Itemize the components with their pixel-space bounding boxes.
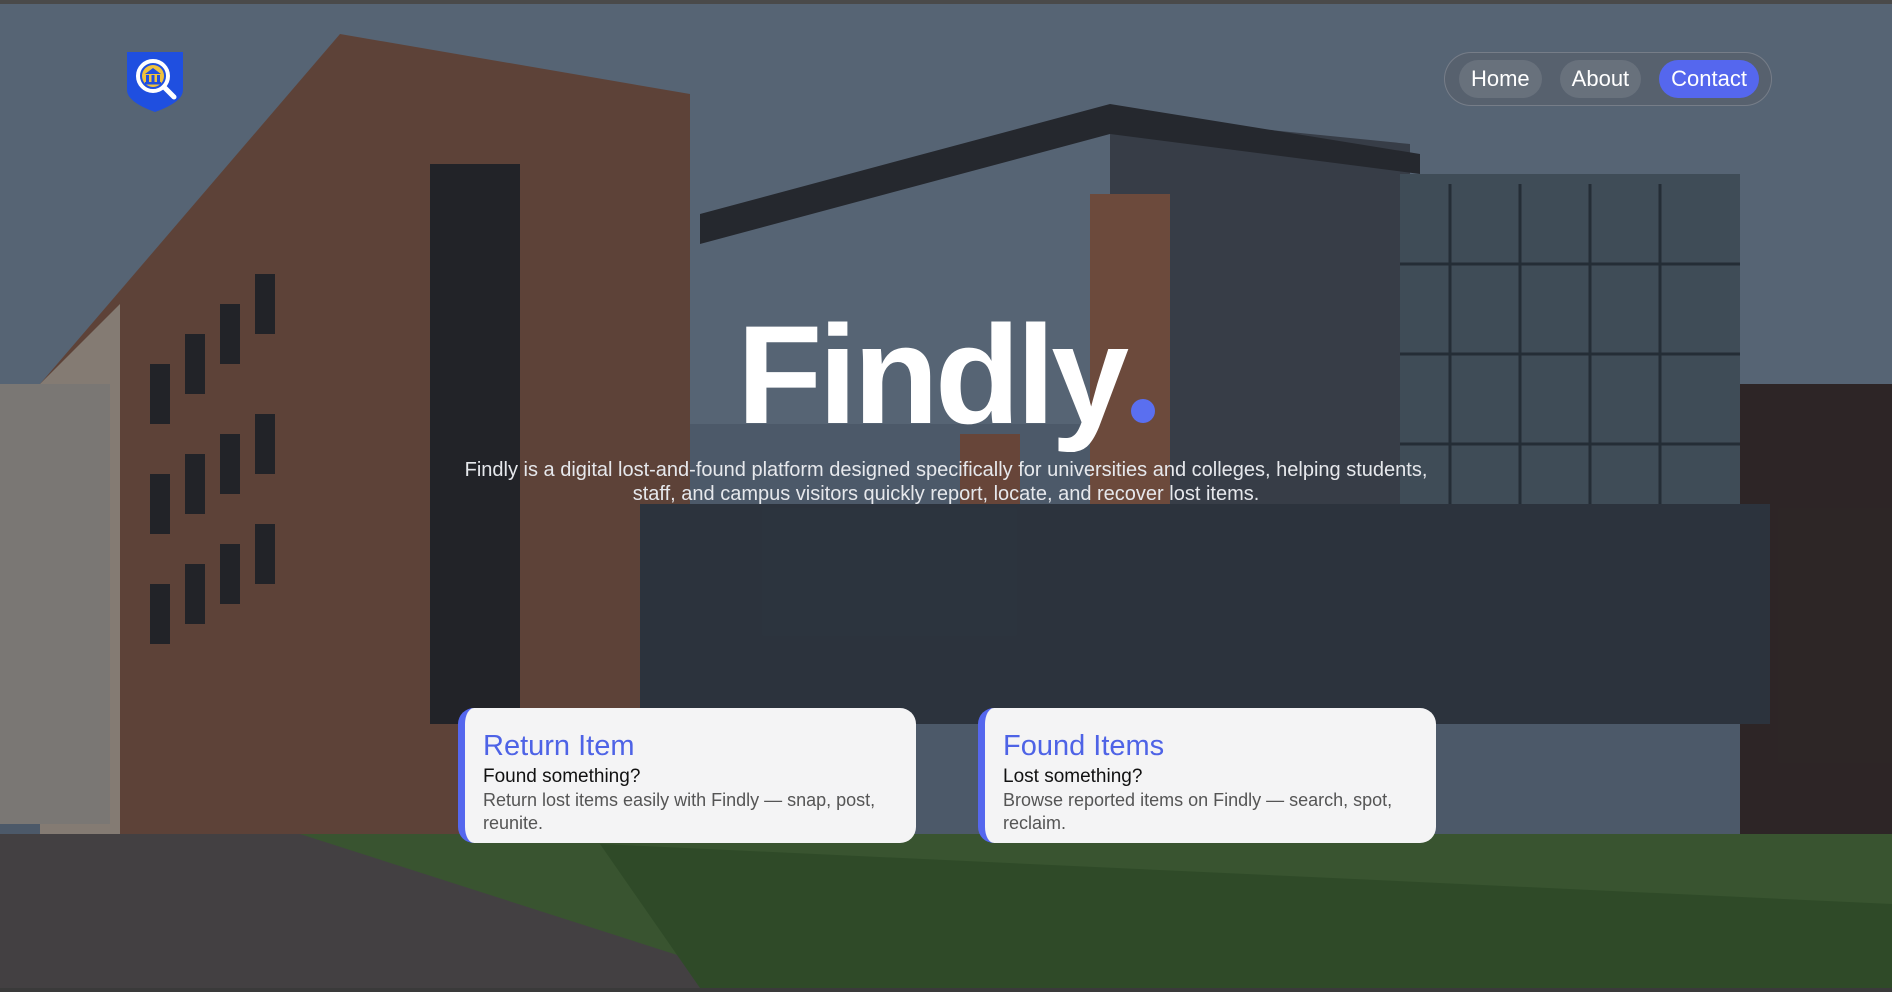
nav-contact[interactable]: Contact [1659,60,1759,98]
nav-home[interactable]: Home [1458,60,1542,98]
card-title: Found Items [1003,730,1165,762]
findly-logo[interactable] [125,50,185,114]
found-items-card[interactable]: Found Items Lost something? Browse repor… [978,708,1436,843]
hero-title-text: Findly [736,296,1129,453]
main-nav: Home About Contact [1444,52,1772,106]
card-description: Return lost items easily with Findly — s… [483,790,876,833]
card-subtitle: Found something? [483,766,641,787]
card-title: Return Item [483,730,635,762]
window-bottom-border [0,988,1892,992]
hero-description: Findly is a digital lost-and-found platf… [464,459,1428,505]
card-subtitle: Lost something? [1003,766,1143,787]
hero-title: Findly [0,300,1892,450]
nav-about[interactable]: About [1559,60,1642,98]
card-description: Browse reported items on Findly — search… [1003,790,1393,833]
return-item-card[interactable]: Return Item Found something? Return lost… [458,708,916,843]
hero-title-dot [1131,399,1156,423]
